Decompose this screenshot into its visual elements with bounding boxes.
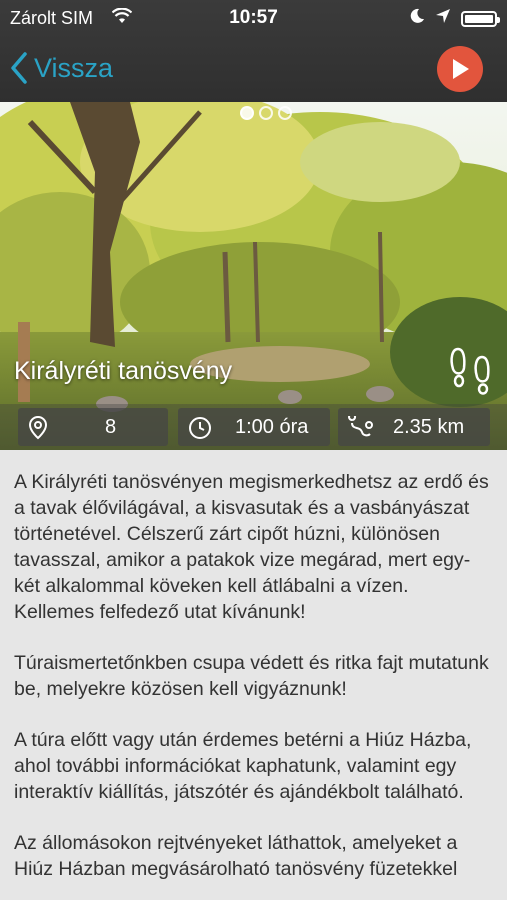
page-dot[interactable] [240,106,254,120]
top-bar: Zárolt SIM 10:57 Vissza [0,0,507,102]
duration-chip: 1:00 óra [178,408,330,446]
route-icon [348,413,374,446]
trail-description[interactable]: A Királyréti tanösvényen megismerkedhets… [0,450,507,900]
play-icon [453,59,469,79]
gallery-page-indicator [240,106,292,120]
footprints-icon [449,347,493,400]
location-arrow-icon [435,8,451,29]
page-dot[interactable] [278,106,292,120]
stations-count: 8 [105,416,117,438]
page-dot[interactable] [259,106,273,120]
back-label: Vissza [34,52,114,83]
description-paragraph: Az állomásokon rejtvényeket láthattok, a… [14,832,458,880]
forest-photo [0,102,507,450]
distance-value: 2.35 km [393,416,465,438]
distance-chip: 2.35 km [338,408,490,446]
back-button[interactable]: Vissza [10,46,113,90]
description-paragraph: Túraismertetőnkben csupa védett és ritka… [14,652,489,700]
trail-info-bar: 8 1:00 óra 2.35 km [0,404,507,450]
stations-chip: 8 [18,408,168,446]
duration-value: 1:00 óra [235,416,309,438]
trail-title: Királyréti tanösvény [14,357,233,385]
clock-icon [188,416,212,446]
status-bar: Zárolt SIM 10:57 [0,0,507,36]
navigation-bar: Vissza [0,36,507,102]
play-button[interactable] [437,46,483,92]
moon-icon [409,8,425,29]
description-paragraph: A Királyréti tanösvényen megismerkedhets… [14,471,489,623]
chevron-left-icon [11,52,27,84]
battery-icon [461,10,500,27]
description-paragraph: A túra előtt vagy után érdemes betérni a… [14,729,472,803]
status-icons [409,8,500,29]
map-pin-icon [28,415,48,446]
hero-image: Királyréti tanösvény 8 1:00 óra 2.35 km [0,102,507,450]
